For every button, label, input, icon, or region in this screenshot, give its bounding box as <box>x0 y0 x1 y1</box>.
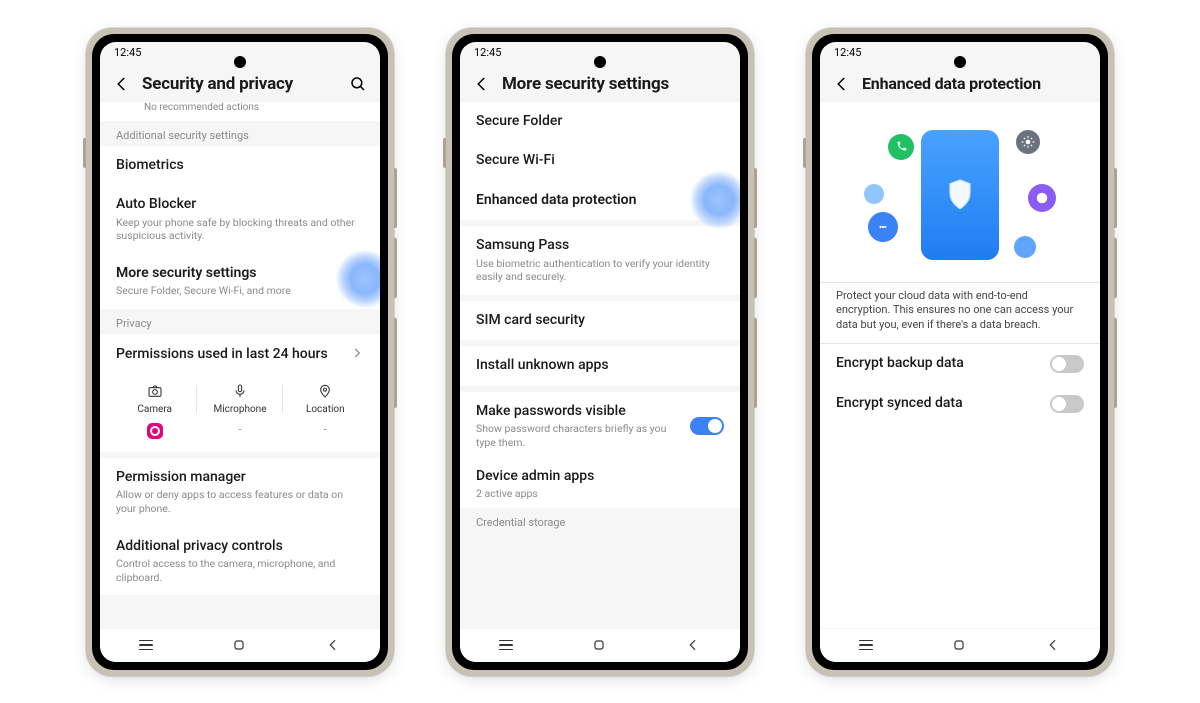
nav-back-button[interactable] <box>685 637 701 653</box>
status-time: 12:45 <box>474 46 501 59</box>
item-encrypt-backup-data[interactable]: Encrypt backup data <box>820 343 1100 384</box>
nav-back-button[interactable] <box>325 637 341 653</box>
page-title: Enhanced data protection <box>862 74 1088 93</box>
no-recommended-actions: No recommended actions <box>100 102 380 121</box>
gear-icon <box>1016 130 1040 154</box>
system-nav-bar <box>460 628 740 662</box>
phone-more-security-settings: 12:45 More security settings Secure Fold… <box>446 28 754 676</box>
permission-microphone[interactable]: Microphone <box>197 379 282 419</box>
page-title: Security and privacy <box>142 74 338 94</box>
nav-recents-button[interactable] <box>139 640 153 651</box>
item-more-security-settings[interactable]: More security settings Secure Folder, Se… <box>100 254 380 309</box>
section-credential-storage: Credential storage <box>460 508 740 533</box>
permissions-apps-row: - - <box>100 421 380 452</box>
system-nav-bar <box>100 628 380 662</box>
messages-icon <box>868 212 898 242</box>
item-encrypt-synced-data[interactable]: Encrypt synced data <box>820 384 1100 424</box>
app-bar: More security settings <box>460 64 740 102</box>
toggle-encrypt-backup-data[interactable] <box>1050 355 1084 373</box>
nav-back-button[interactable] <box>1045 637 1061 653</box>
toggle-make-passwords-visible[interactable] <box>690 417 724 435</box>
front-camera <box>234 56 246 68</box>
permission-camera[interactable]: Camera <box>112 379 197 419</box>
clock-icon <box>1028 184 1056 212</box>
section-additional-security: Additional security settings <box>100 121 380 146</box>
back-icon[interactable] <box>112 74 132 94</box>
apps-placeholder: - <box>197 423 282 442</box>
status-time: 12:45 <box>834 46 861 59</box>
app-bar: Enhanced data protection <box>820 64 1100 102</box>
system-nav-bar <box>820 628 1100 662</box>
item-biometrics[interactable]: Biometrics <box>100 146 380 186</box>
section-privacy: Privacy <box>100 309 380 334</box>
dot-icon <box>864 184 884 204</box>
status-time: 12:45 <box>114 46 141 59</box>
item-samsung-pass[interactable]: Samsung Pass Use biometric authenticatio… <box>460 226 740 295</box>
item-install-unknown-apps[interactable]: Install unknown apps <box>460 346 740 386</box>
item-permissions-24h[interactable]: Permissions used in last 24 hours <box>100 334 380 375</box>
phone-call-icon <box>888 134 914 160</box>
camera-icon <box>147 383 163 399</box>
permission-location[interactable]: Location <box>283 379 368 419</box>
permissions-grid: Camera Microphone Location <box>100 375 380 421</box>
phone-security-and-privacy: 12:45 Security and privacy No recommende… <box>86 28 394 676</box>
shield-phone-illustration <box>921 130 999 260</box>
nav-home-button[interactable] <box>231 637 247 653</box>
dot-icon <box>1014 236 1036 258</box>
item-make-passwords-visible[interactable]: Make passwords visible Show password cha… <box>460 392 740 461</box>
item-device-admin-apps[interactable]: Device admin apps 2 active apps <box>460 461 740 508</box>
apps-placeholder: - <box>283 423 368 442</box>
back-icon[interactable] <box>472 74 492 94</box>
nav-recents-button[interactable] <box>859 640 873 651</box>
item-additional-privacy-controls[interactable]: Additional privacy controls Control acce… <box>100 527 380 596</box>
front-camera <box>594 56 606 68</box>
nav-recents-button[interactable] <box>499 640 513 651</box>
description-text: Protect your cloud data with end-to-end … <box>820 283 1100 344</box>
page-title: More security settings <box>502 74 728 94</box>
phone-enhanced-data-protection: 12:45 Enhanced data protection <box>806 28 1114 676</box>
app-icon[interactable] <box>147 423 163 439</box>
front-camera <box>954 56 966 68</box>
item-enhanced-data-protection[interactable]: Enhanced data protection <box>460 181 740 221</box>
item-permission-manager[interactable]: Permission manager Allow or deny apps to… <box>100 458 380 527</box>
item-secure-folder[interactable]: Secure Folder <box>460 102 740 142</box>
search-icon[interactable] <box>348 74 368 94</box>
app-bar: Security and privacy <box>100 64 380 102</box>
location-icon <box>317 383 333 399</box>
item-sim-card-security[interactable]: SIM card security <box>460 301 740 341</box>
hero-illustration <box>820 102 1100 282</box>
item-secure-wifi[interactable]: Secure Wi-Fi <box>460 141 740 181</box>
toggle-encrypt-synced-data[interactable] <box>1050 395 1084 413</box>
item-auto-blocker[interactable]: Auto Blocker Keep your phone safe by blo… <box>100 185 380 254</box>
microphone-icon <box>232 383 248 399</box>
chevron-right-icon <box>350 345 364 364</box>
nav-home-button[interactable] <box>591 637 607 653</box>
nav-home-button[interactable] <box>951 637 967 653</box>
back-icon[interactable] <box>832 74 852 94</box>
